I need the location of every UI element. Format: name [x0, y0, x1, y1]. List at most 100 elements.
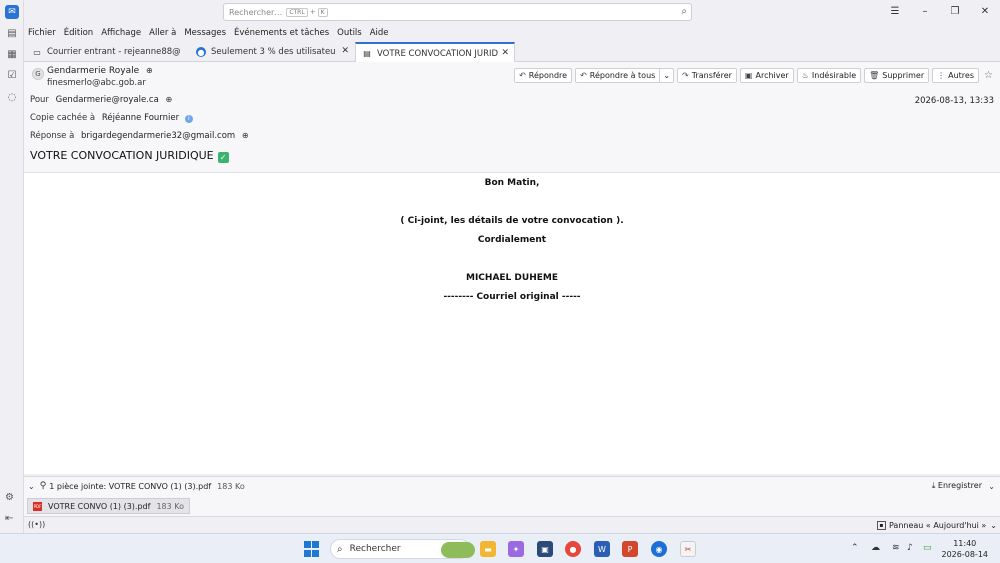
reply-to-row: Réponse à brigardegendarmerie32@gmail.co…: [30, 131, 249, 141]
close-tab-icon[interactable]: ✕: [341, 46, 349, 56]
sender[interactable]: Gendarmerie Royale ⊕: [47, 66, 153, 76]
body-line: MICHAEL DUHEME: [466, 273, 558, 283]
contact-info-icon[interactable]: i: [184, 115, 193, 123]
chevron-down-icon: ⌄: [990, 520, 997, 530]
copilot-icon[interactable]: ✦: [508, 541, 524, 557]
junk-button[interactable]: ♨ Indésirable: [796, 68, 862, 83]
archive-label: Archiver: [755, 71, 789, 80]
menu-edit[interactable]: Édition: [64, 28, 93, 38]
clock[interactable]: 11:40 2026-08-14: [942, 538, 989, 560]
trash-icon: 🗑: [869, 71, 880, 80]
archive-button[interactable]: ▣ Archiver: [739, 68, 794, 83]
search-icon[interactable]: ⌕: [681, 6, 687, 17]
word-icon[interactable]: W: [594, 541, 610, 557]
online-status-icon[interactable]: ((•)): [28, 520, 45, 529]
message-subject: VOTRE CONVOCATION JURIDIQUE ✓: [30, 149, 229, 163]
body-line: Cordialement: [477, 235, 547, 245]
chrome-icon[interactable]: ●: [565, 541, 581, 557]
menu-file[interactable]: Fichier: [28, 28, 56, 38]
add-contact-icon[interactable]: ⊕: [146, 66, 153, 75]
taskbar-search[interactable]: ⌕ Rechercher: [330, 539, 475, 559]
settings-icon[interactable]: ⚙: [5, 492, 14, 503]
calendar-icon[interactable]: ▦: [5, 47, 19, 61]
more-label: Autres: [948, 71, 974, 80]
close-tab-icon[interactable]: ✕: [501, 48, 509, 58]
delete-button[interactable]: 🗑 Supprimer: [864, 68, 930, 83]
file-explorer-icon[interactable]: ▬: [480, 541, 496, 557]
subject-text: VOTRE CONVOCATION JURIDIQUE: [30, 149, 214, 162]
paperclip-icon: ⚲: [39, 481, 47, 491]
reply-to-address[interactable]: brigardegendarmerie32@gmail.com: [81, 131, 235, 141]
spaces-toolbar: ✉ ▤ ▦ ☑ ◌ ⚙ ⇤: [0, 0, 24, 533]
close-window-icon[interactable]: ✕: [970, 0, 1000, 24]
app-menu-icon[interactable]: ☰: [880, 0, 910, 24]
message-actions: ↶ Répondre ↶ Répondre à tous ⌄ ↷ Transférer …: [514, 68, 1000, 84]
to-address[interactable]: Gendarmerie@royale.ca: [56, 95, 159, 105]
add-contact-icon[interactable]: ⊕: [165, 95, 172, 104]
to-row: Pour Gendarmerie@royale.ca ⊕: [30, 95, 172, 105]
body-line: Bon Matin,: [484, 178, 540, 188]
tab-label: Courrier entrant - rejeanne88@vide: [47, 47, 181, 57]
menu-events[interactable]: Événements et tâches: [234, 28, 329, 38]
bcc-address[interactable]: Réjéanne Fournier: [102, 113, 179, 123]
thunderbird-icon[interactable]: ◉: [651, 541, 667, 557]
chevron-up-icon[interactable]: ⌃: [851, 543, 859, 553]
chat-icon[interactable]: ◌: [5, 90, 19, 104]
delete-label: Supprimer: [882, 71, 925, 80]
menu-go[interactable]: Aller à: [149, 28, 176, 38]
body-line: -------- Courriel original -----: [443, 292, 581, 302]
more-icon: ⋮: [937, 71, 946, 80]
tab-browser[interactable]: ● Seulement 3 % des utilisateurs d ✕: [190, 42, 354, 62]
menu-view[interactable]: Affichage: [101, 28, 141, 38]
message-body: Bon Matin, ( Ci-joint, les détails de vo…: [24, 172, 1000, 474]
wifi-icon[interactable]: ≋: [892, 543, 900, 553]
store-icon[interactable]: ▣: [537, 541, 553, 557]
more-button[interactable]: ⋮ Autres: [932, 68, 979, 83]
avatar: G: [32, 68, 44, 80]
message-header: G Gendarmerie Royale ⊕ finesmerlo@abc.go…: [24, 62, 1000, 172]
chevron-down-icon[interactable]: ⌄: [659, 69, 673, 82]
tab-bar: ▭ Courrier entrant - rejeanne88@vide ● S…: [24, 40, 1000, 63]
tasks-icon[interactable]: ☑: [5, 68, 19, 82]
tab-message[interactable]: ▤ VOTRE CONVOCATION JURIDIQUE ✕: [355, 42, 515, 63]
bcc-row: Copie cachée à Réjéanne Fournier i: [30, 113, 193, 123]
start-icon[interactable]: [304, 541, 320, 557]
sender-address: finesmerlo@abc.gob.ar: [47, 78, 146, 88]
address-book-icon[interactable]: ▤: [5, 26, 19, 40]
shortcut-plus: +: [309, 8, 316, 16]
title-bar: Rechercher… CTRL + K ⌕ ☰ – ❐ ✕: [24, 0, 1000, 24]
tab-label: Seulement 3 % des utilisateurs d: [211, 47, 335, 57]
today-pane-label: Panneau « Aujourd'hui »: [888, 520, 987, 530]
minimize-icon[interactable]: –: [910, 0, 940, 24]
menu-messages[interactable]: Messages: [184, 28, 226, 38]
mail-space-icon[interactable]: ✉: [5, 5, 19, 19]
today-pane-button[interactable]: ▪ Panneau « Aujourd'hui » ⌄: [876, 518, 997, 532]
collapse-icon[interactable]: ⇤: [5, 513, 13, 524]
checkmark-icon: ✓: [217, 152, 229, 163]
save-button[interactable]: ⤓ Enregistrer: [932, 481, 982, 491]
volume-icon[interactable]: ♪: [907, 543, 913, 553]
snipping-tool-icon[interactable]: ✂: [680, 541, 696, 557]
attachment-size: 183 Ko: [156, 501, 184, 511]
attachment-summary[interactable]: 1 pièce jointe: VOTRE CONVO (1) (3).pdf: [49, 482, 211, 491]
attachment-bar: ⌄ ⚲ 1 pièce jointe: VOTRE CONVO (1) (3).…: [24, 476, 1000, 495]
search-input[interactable]: Rechercher… CTRL + K ⌕: [223, 3, 692, 21]
to-label: Pour: [30, 95, 49, 105]
search-placeholder: Rechercher…: [229, 7, 283, 17]
reply-all-button[interactable]: ↶ Répondre à tous ⌄: [575, 68, 675, 83]
menu-help[interactable]: Aide: [370, 28, 389, 38]
chevron-down-icon[interactable]: ⌄: [988, 482, 995, 491]
battery-icon[interactable]: ▭: [923, 543, 932, 553]
tab-inbox[interactable]: ▭ Courrier entrant - rejeanne88@vide: [26, 42, 186, 62]
maximize-icon[interactable]: ❐: [940, 0, 970, 24]
add-contact-icon[interactable]: ⊕: [242, 131, 249, 140]
attachment-item[interactable]: PDF VOTRE CONVO (1) (3).pdf 183 Ko: [27, 498, 190, 514]
inbox-icon: ▭: [33, 47, 41, 57]
forward-button[interactable]: ↷ Transférer: [677, 68, 737, 83]
cloud-icon[interactable]: ☁: [871, 543, 880, 553]
powerpoint-icon[interactable]: P: [622, 541, 638, 557]
menu-tools[interactable]: Outils: [337, 28, 362, 38]
star-icon[interactable]: ☆: [984, 68, 996, 84]
chevron-down-icon[interactable]: ⌄: [28, 482, 35, 491]
reply-button[interactable]: ↶ Répondre: [514, 68, 573, 83]
